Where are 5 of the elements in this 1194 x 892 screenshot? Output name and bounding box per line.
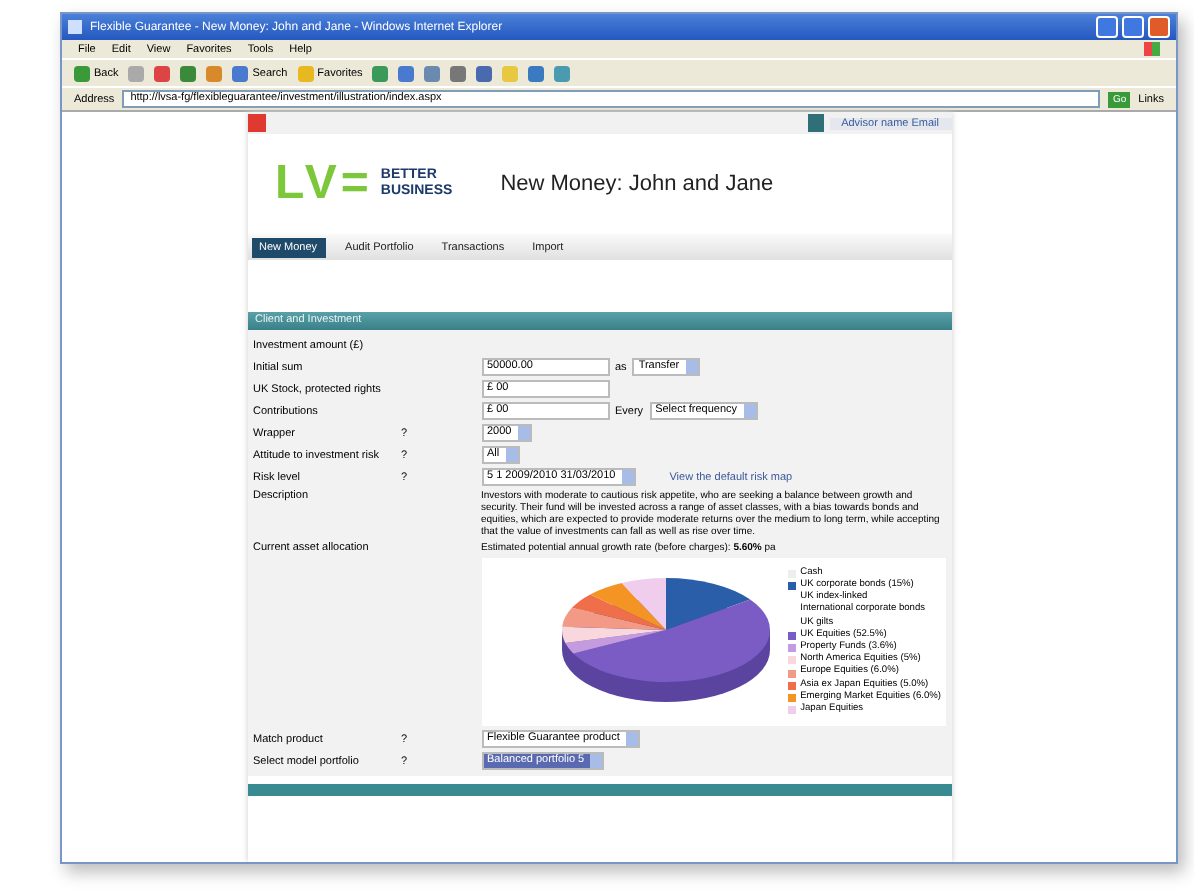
close-button[interactable] <box>1148 16 1170 38</box>
logo-mark: LV= <box>275 156 373 212</box>
page-title: New Money: John and Jane <box>500 172 774 196</box>
minimize-button[interactable] <box>1096 16 1118 38</box>
maximize-button[interactable] <box>1122 16 1144 38</box>
